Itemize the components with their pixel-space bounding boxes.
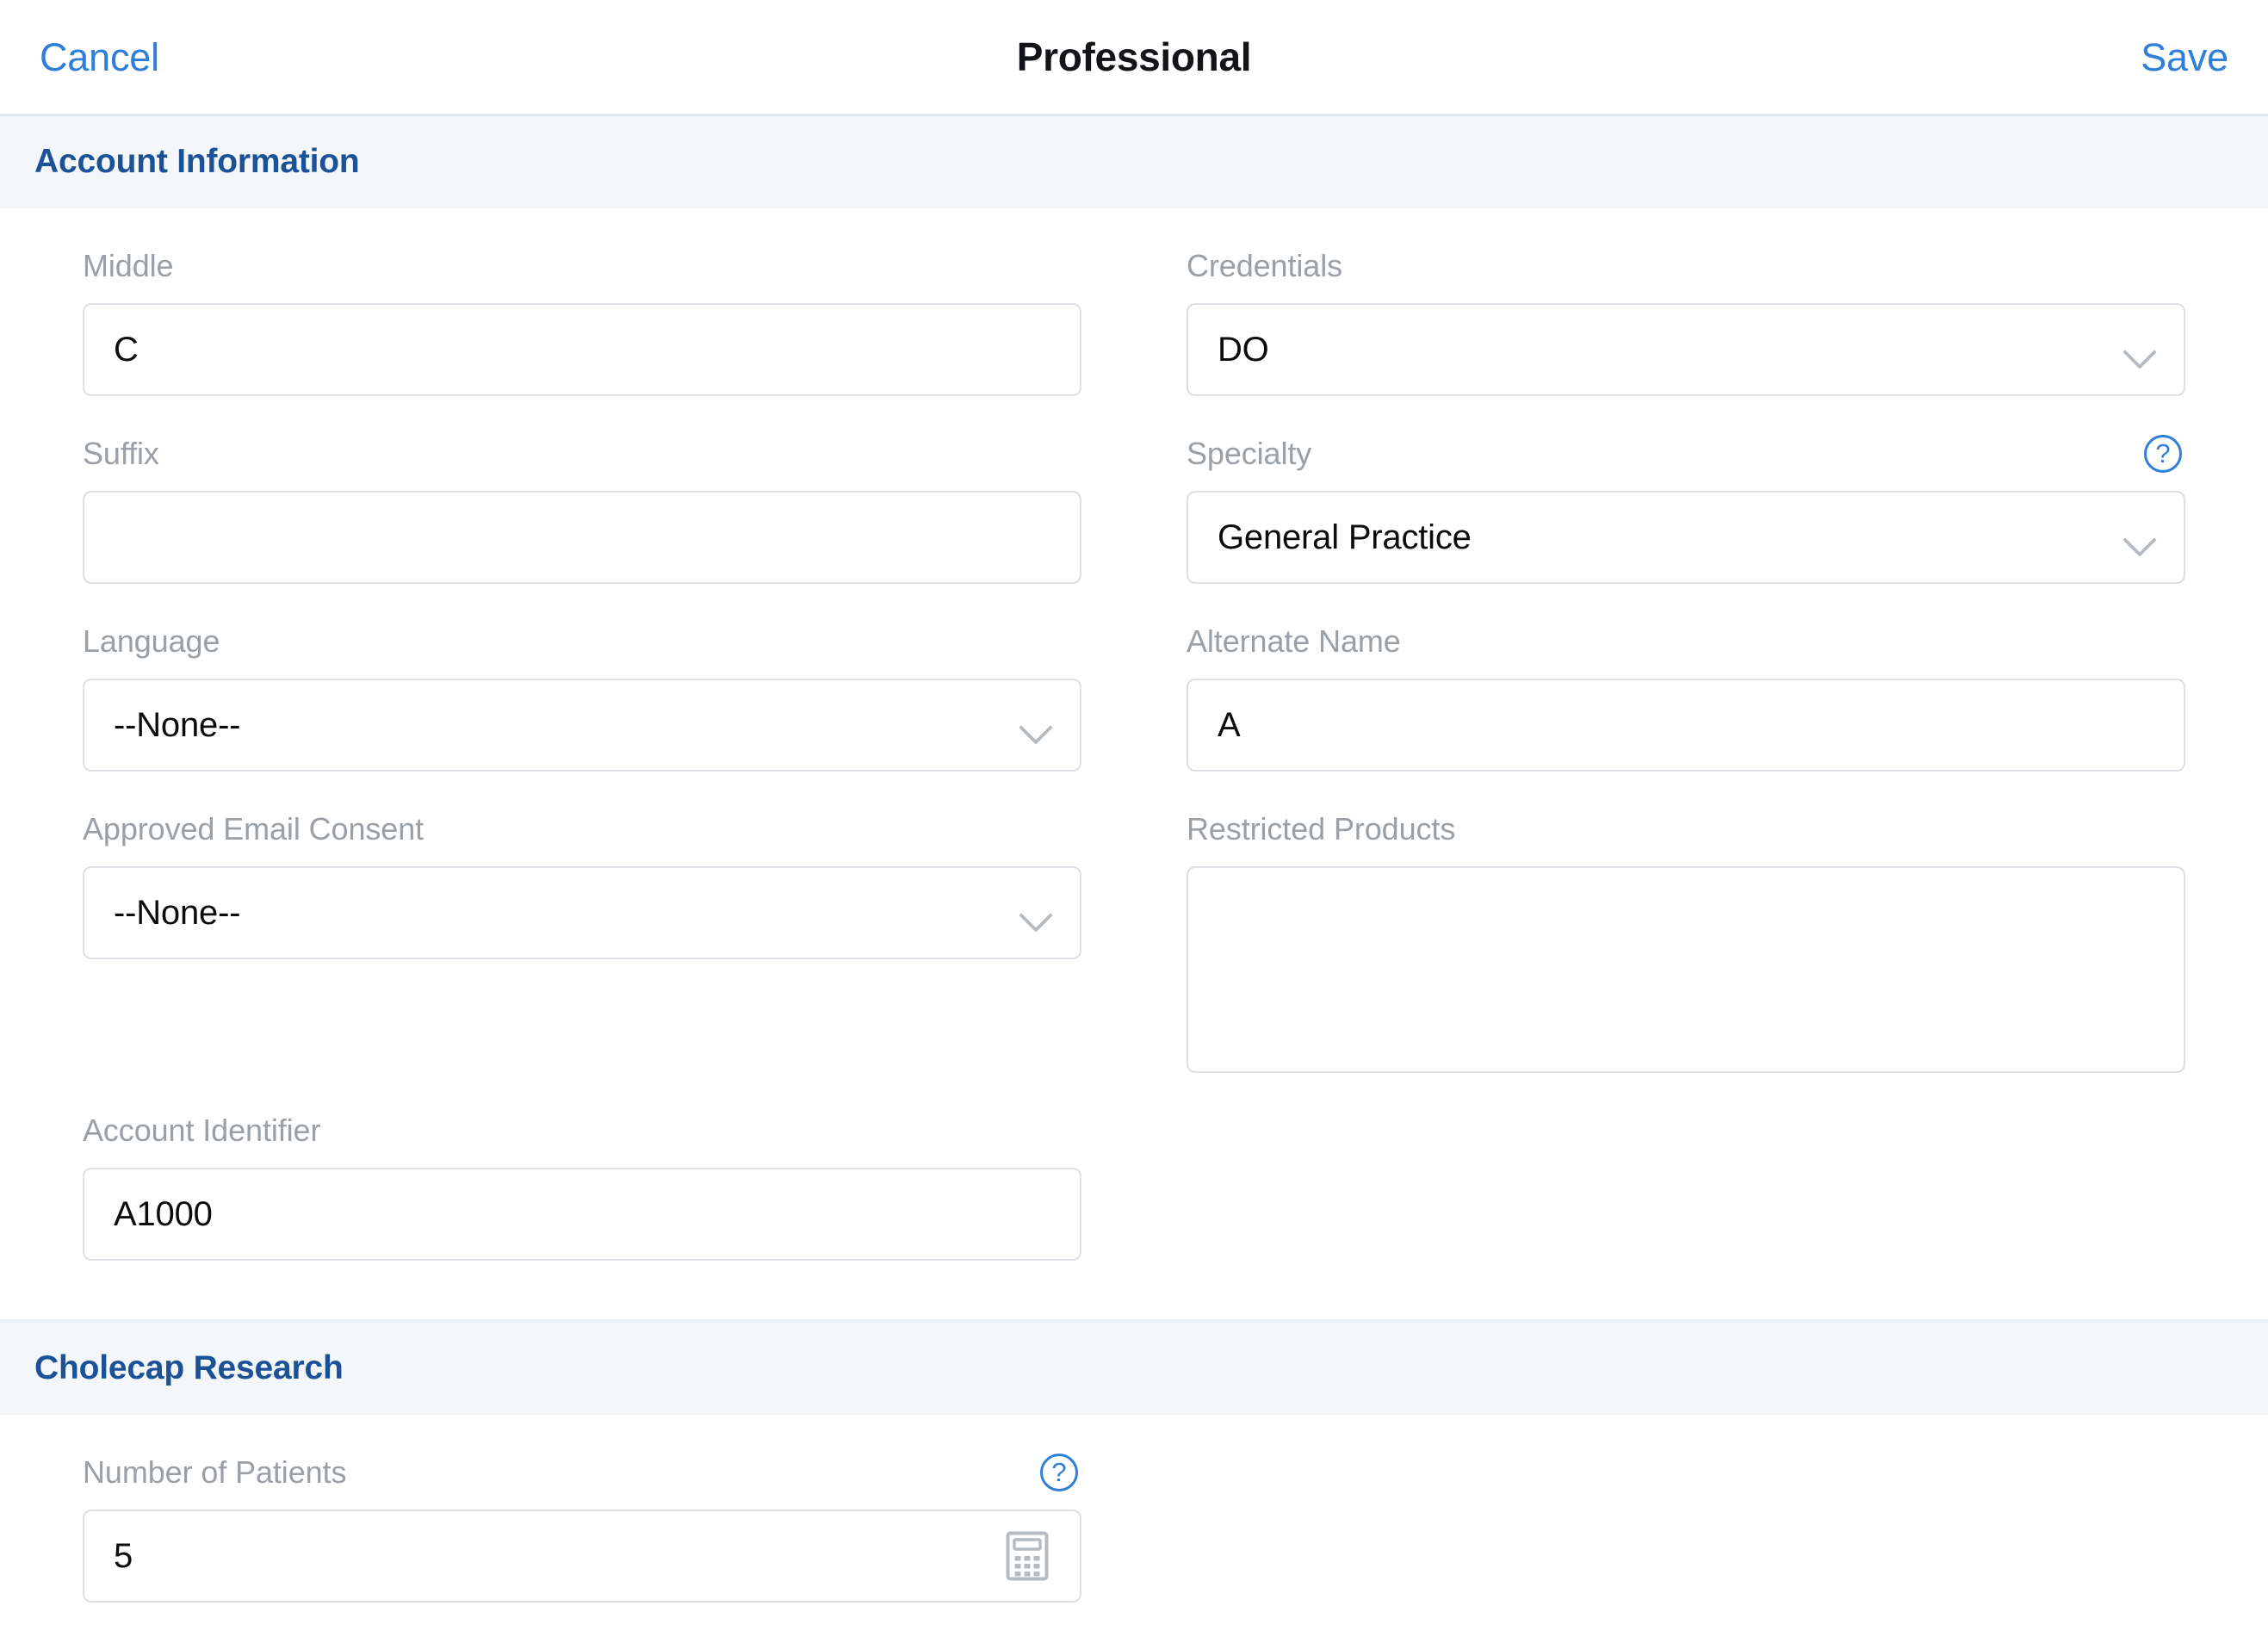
field-label-approved-email-consent: Approved Email Consent <box>83 814 424 845</box>
restricted-products-textarea[interactable] <box>1187 866 2185 1073</box>
cancel-button[interactable]: Cancel <box>34 38 159 77</box>
number-of-patients-input[interactable]: 5 <box>83 1510 1081 1603</box>
field-label-credentials: Credentials <box>1187 251 1342 282</box>
specialty-select[interactable]: General Practice <box>1187 491 2185 584</box>
field-label-row: Account Identifier <box>83 1106 1081 1156</box>
field-label-suffix: Suffix <box>83 438 159 469</box>
section-title: Cholecap Research <box>34 1349 344 1387</box>
field-suffix: Suffix <box>83 396 1081 584</box>
field-account-identifier: Account Identifier A1000 <box>83 1073 1081 1261</box>
field-restricted-products: Restricted Products <box>1187 772 2185 1073</box>
field-label-middle: Middle <box>83 251 173 282</box>
field-label-number-of-patients: Number of Patients <box>83 1457 346 1488</box>
field-grid: Middle C Credentials DO Suffix <box>83 208 2185 1261</box>
account-identifier-input-value: A1000 <box>114 1197 1057 1231</box>
number-of-patients-input-value: 5 <box>114 1539 1006 1573</box>
help-icon-glyph: ? <box>1051 1459 1066 1485</box>
field-alternate-name: Alternate Name A <box>1187 584 2185 772</box>
top-action-bar: Cancel Professional Save <box>0 0 2268 116</box>
field-label-language: Language <box>83 626 220 657</box>
chevron-down-icon <box>1018 896 1052 930</box>
chevron-down-icon <box>2122 520 2156 555</box>
save-button[interactable]: Save <box>2141 38 2234 77</box>
record-edit-page: Cancel Professional Save Account Informa… <box>0 0 2268 1643</box>
field-middle: Middle C <box>83 208 1081 396</box>
field-label-row: Alternate Name <box>1187 617 2185 666</box>
middle-input-value: C <box>114 332 1057 367</box>
field-label-row: Specialty ? <box>1187 429 2185 479</box>
account-identifier-input[interactable]: A1000 <box>83 1168 1081 1261</box>
approved-email-consent-select-value: --None-- <box>114 896 1018 930</box>
field-credentials: Credentials DO <box>1187 208 2185 396</box>
calculator-icon[interactable] <box>1006 1531 1049 1581</box>
credentials-select-value: DO <box>1218 332 2122 367</box>
grid-spacer <box>1187 1415 2185 1603</box>
field-label-row: Approved Email Consent <box>83 804 1081 854</box>
middle-input[interactable]: C <box>83 303 1081 396</box>
field-label-alternate-name: Alternate Name <box>1187 626 1401 657</box>
credentials-select[interactable]: DO <box>1187 303 2185 396</box>
field-label-row: Restricted Products <box>1187 804 2185 854</box>
section-title: Account Information <box>34 143 360 181</box>
field-label-row: Language <box>83 617 1081 666</box>
alternate-name-input-value: A <box>1218 708 2161 742</box>
field-label-restricted-products: Restricted Products <box>1187 814 1455 845</box>
page-title: Professional <box>0 34 2268 80</box>
field-label-row: Suffix <box>83 429 1081 479</box>
field-approved-email-consent: Approved Email Consent --None-- <box>83 772 1081 1073</box>
section-header-account-information: Account Information <box>0 116 2268 208</box>
suffix-input[interactable] <box>83 491 1081 584</box>
language-select-value: --None-- <box>114 708 1018 742</box>
language-select[interactable]: --None-- <box>83 679 1081 772</box>
field-specialty: Specialty ? General Practice <box>1187 396 2185 584</box>
field-language: Language --None-- <box>83 584 1081 772</box>
approved-email-consent-select[interactable]: --None-- <box>83 866 1081 959</box>
help-icon[interactable]: ? <box>1040 1454 1078 1491</box>
specialty-select-value: General Practice <box>1218 520 2122 555</box>
help-icon[interactable]: ? <box>2144 435 2182 473</box>
chevron-down-icon <box>1018 708 1052 742</box>
field-label-account-identifier: Account Identifier <box>83 1115 320 1146</box>
field-grid: Number of Patients ? 5 <box>83 1415 2185 1603</box>
field-label-row: Middle <box>83 241 1081 291</box>
section-gap <box>0 1261 2268 1319</box>
section-body-account-information: Middle C Credentials DO Suffix <box>0 208 2268 1261</box>
field-number-of-patients: Number of Patients ? 5 <box>83 1415 1081 1603</box>
field-label-row: Number of Patients ? <box>83 1448 1081 1497</box>
field-label-specialty: Specialty <box>1187 438 1311 469</box>
grid-spacer <box>1187 1073 2185 1261</box>
chevron-down-icon <box>2122 332 2156 367</box>
help-icon-glyph: ? <box>2155 440 2170 467</box>
section-body-cholecap-research: Number of Patients ? 5 <box>0 1415 2268 1603</box>
field-label-row: Credentials <box>1187 241 2185 291</box>
section-header-cholecap-research: Cholecap Research <box>0 1323 2268 1415</box>
alternate-name-input[interactable]: A <box>1187 679 2185 772</box>
